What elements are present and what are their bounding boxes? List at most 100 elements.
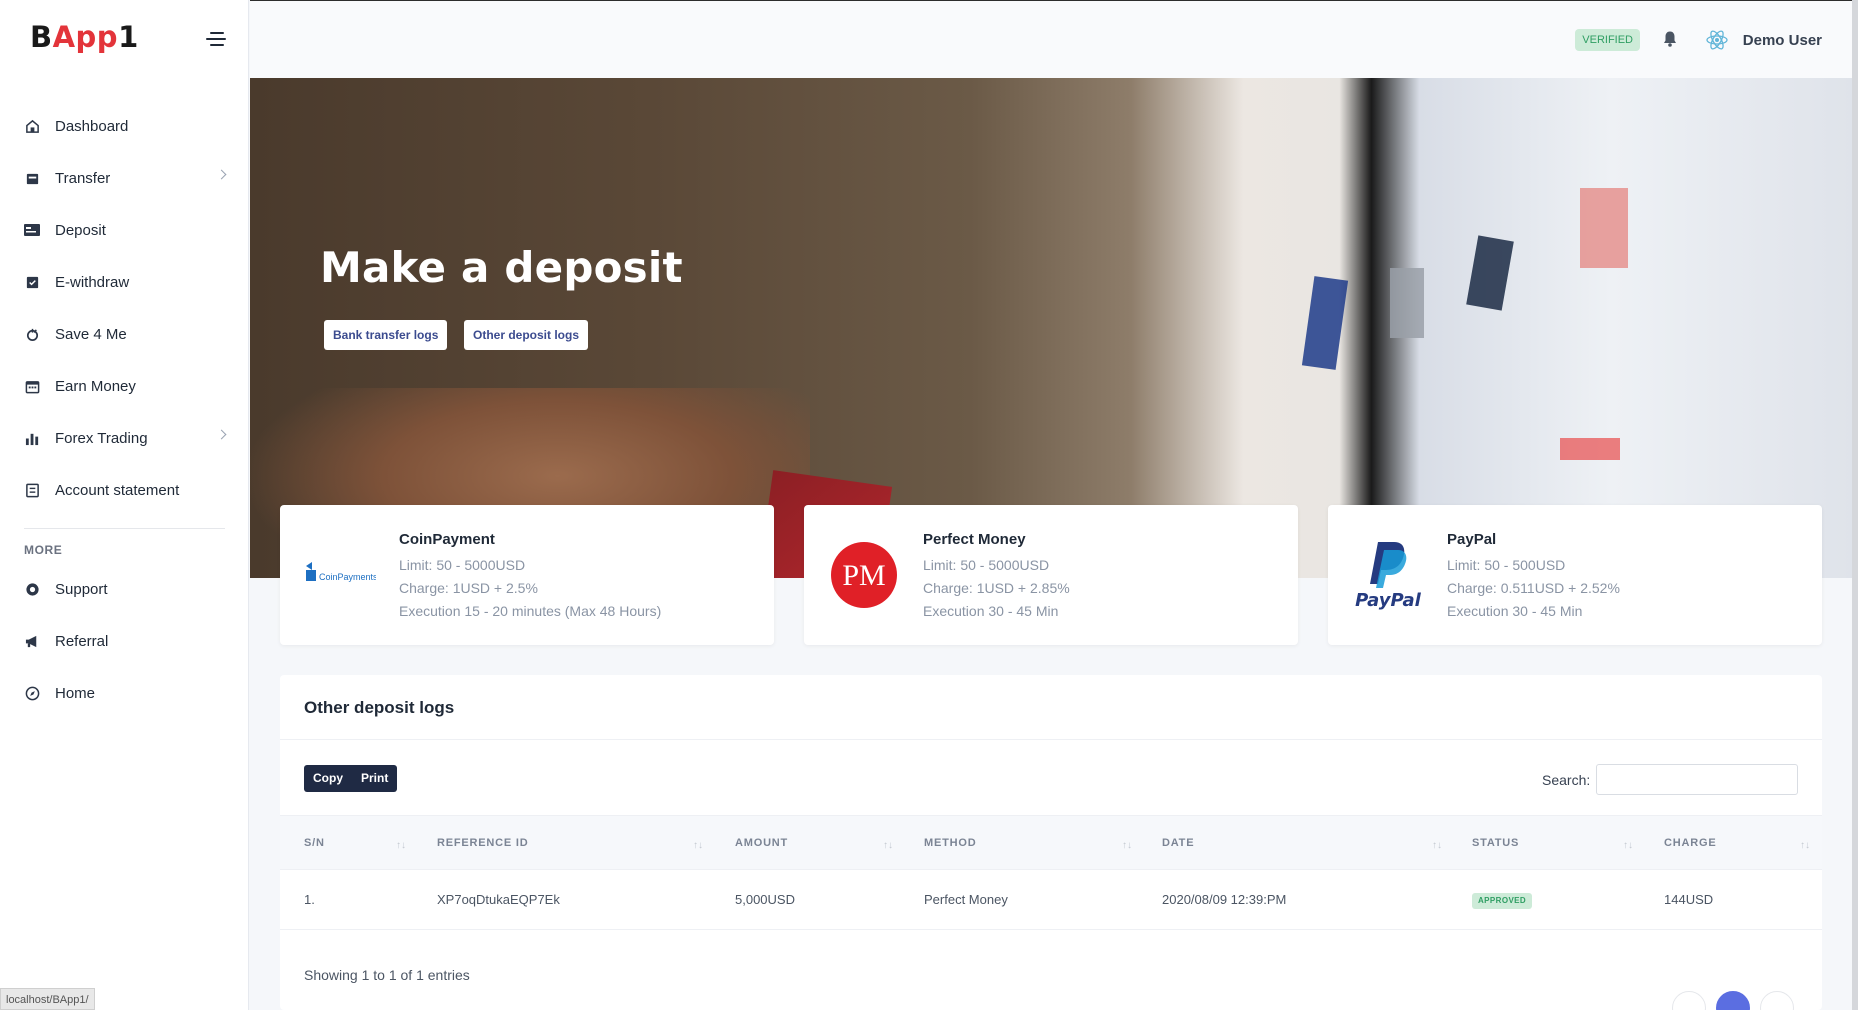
sidebar-item-label: Transfer	[55, 169, 111, 187]
print-button[interactable]: Print	[352, 765, 397, 792]
sort-icon: ↑↓	[1432, 840, 1442, 851]
cell-method: Perfect Money	[924, 892, 1008, 907]
sidebar-item-transfer[interactable]: Transfer	[0, 152, 249, 204]
savings-icon	[24, 326, 40, 342]
hero-screen-product	[1466, 235, 1514, 311]
search-label: Search:	[1542, 772, 1591, 788]
sidebar-item-label: E-withdraw	[55, 273, 130, 291]
topbar: VERIFIED Demo User	[250, 0, 1858, 78]
sidebar-item-support[interactable]: Support	[0, 563, 249, 615]
gateway-execution: Execution 30 - 45 Min	[1447, 603, 1583, 619]
gateway-card-paypal[interactable]: PayPal PayPal Limit: 50 - 500USD Charge:…	[1328, 505, 1822, 645]
sort-icon: ↑↓	[1122, 840, 1132, 851]
sidebar-item-earn-money[interactable]: Earn Money	[0, 360, 249, 412]
gateway-name: PayPal	[1447, 531, 1497, 548]
gateway-charge: Charge: 1USD + 2.85%	[923, 580, 1070, 596]
gateway-limit: Limit: 50 - 5000USD	[923, 557, 1050, 573]
sidebar-item-e-withdraw[interactable]: E-withdraw	[0, 256, 249, 308]
sidebar-item-label: Save 4 Me	[55, 325, 127, 343]
column-header-amount[interactable]: AMOUNT	[735, 816, 788, 871]
column-header-status[interactable]: STATUS	[1472, 816, 1519, 871]
withdraw-icon	[24, 274, 40, 290]
user-menu[interactable]: Demo User	[1705, 28, 1822, 52]
sidebar: BApp1 Dashboard Transfer Deposit E-withd…	[0, 0, 249, 1010]
panel-divider	[280, 739, 1822, 740]
cell-date: 2020/08/09 12:39:PM	[1162, 892, 1287, 907]
deposit-icon	[24, 222, 40, 238]
sidebar-item-dashboard[interactable]: Dashboard	[0, 100, 249, 152]
sort-icon: ↑↓	[396, 840, 406, 851]
search-input[interactable]	[1596, 764, 1798, 795]
megaphone-icon	[24, 633, 40, 649]
cell-sn: 1.	[304, 892, 315, 907]
copy-button[interactable]: Copy	[304, 765, 352, 792]
sidebar-item-account-statement[interactable]: Account statement	[0, 464, 249, 516]
sidebar-divider	[24, 528, 225, 529]
svg-text:CoinPayments: CoinPayments	[319, 572, 376, 582]
sidebar-nav: Dashboard Transfer Deposit E-withdraw Sa…	[0, 100, 249, 719]
gateway-execution: Execution 15 - 20 minutes (Max 48 Hours)	[399, 603, 662, 619]
gateway-charge: Charge: 1USD + 2.5%	[399, 580, 538, 596]
table-header: S/N ↑↓ REFERENCE ID ↑↓ AMOUNT ↑↓ METHOD …	[280, 815, 1822, 870]
hero-screen-product	[1301, 276, 1349, 370]
sidebar-item-label: Home	[55, 684, 96, 702]
home-icon	[24, 118, 40, 134]
export-button-group: Copy Print	[304, 765, 398, 792]
hero-banner: Make a deposit Bank transfer logs Other …	[250, 78, 1852, 578]
gateway-card-perfect-money[interactable]: PM Perfect Money Limit: 50 - 5000USD Cha…	[804, 505, 1298, 645]
cell-amount: 5,000USD	[735, 892, 795, 907]
column-header-sn[interactable]: S/N	[304, 816, 325, 871]
column-header-method[interactable]: METHOD	[924, 816, 976, 871]
user-name: Demo User	[1742, 31, 1822, 49]
brand-part-1: 1	[118, 20, 139, 54]
other-deposit-logs-button[interactable]: Other deposit logs	[464, 320, 589, 350]
brand-part-app: App	[52, 20, 119, 54]
bank-transfer-logs-button[interactable]: Bank transfer logs	[324, 320, 448, 350]
sidebar-item-label: Earn Money	[55, 377, 136, 395]
calendar-icon	[24, 378, 40, 394]
column-header-reference-id[interactable]: REFERENCE ID	[437, 816, 529, 871]
cell-reference-id: XP7oqDtukaEQP7Ek	[437, 892, 560, 907]
gateway-limit: Limit: 50 - 500USD	[1447, 557, 1566, 573]
sidebar-item-label: Account statement	[55, 481, 180, 499]
sidebar-item-save-4-me[interactable]: Save 4 Me	[0, 308, 249, 360]
transfer-icon	[24, 170, 40, 186]
pagination-previous-button[interactable]	[1672, 991, 1706, 1010]
bell-icon[interactable]	[1662, 30, 1678, 48]
sort-icon: ↑↓	[1623, 840, 1633, 851]
chart-icon	[24, 430, 40, 446]
deposit-logs-panel: Other deposit logs Copy Print Search: S/…	[280, 675, 1822, 1010]
sidebar-item-label: Deposit	[55, 221, 106, 239]
sidebar-item-forex-trading[interactable]: Forex Trading	[0, 412, 249, 464]
cell-status: APPROVED	[1472, 870, 1533, 930]
svg-text:PM: PM	[842, 559, 885, 592]
chevron-right-icon	[216, 429, 227, 440]
page-title: Make a deposit	[320, 243, 683, 292]
sidebar-item-home[interactable]: Home	[0, 667, 249, 719]
menu-toggle-icon[interactable]	[206, 32, 226, 46]
sidebar-heading-more: MORE	[24, 543, 63, 557]
sidebar-item-referral[interactable]: Referral	[0, 615, 249, 667]
svg-text:PayPal: PayPal	[1355, 590, 1422, 611]
sidebar-item-label: Referral	[55, 632, 109, 650]
column-header-charge[interactable]: CHARGE	[1664, 816, 1716, 871]
hero-screen-product	[1560, 438, 1620, 460]
browser-status-bar: localhost/BApp1/	[0, 988, 95, 1010]
pagination-next-button[interactable]	[1760, 991, 1794, 1010]
sort-icon: ↑↓	[883, 840, 893, 851]
sidebar-item-label: Dashboard	[55, 117, 129, 135]
paypal-logo: PayPal	[1348, 535, 1428, 615]
sidebar-item-deposit[interactable]: Deposit	[0, 204, 249, 256]
gateway-card-coinpayment[interactable]: CoinPayments CoinPayment Limit: 50 - 500…	[280, 505, 774, 645]
column-header-date[interactable]: DATE	[1162, 816, 1194, 871]
gateway-execution: Execution 30 - 45 Min	[923, 603, 1059, 619]
table-info: Showing 1 to 1 of 1 entries	[304, 967, 470, 983]
gateway-limit: Limit: 50 - 5000USD	[399, 557, 526, 573]
gateway-name: Perfect Money	[923, 531, 1026, 548]
table-row: 1. XP7oqDtukaEQP7Ek 5,000USD Perfect Mon…	[280, 870, 1822, 930]
compass-icon	[24, 685, 40, 701]
brand-part-b: B	[30, 20, 53, 54]
scrollbar[interactable]	[1852, 0, 1858, 1010]
brand-logo[interactable]: BApp1	[30, 20, 139, 54]
pagination-page-button[interactable]	[1716, 991, 1750, 1010]
